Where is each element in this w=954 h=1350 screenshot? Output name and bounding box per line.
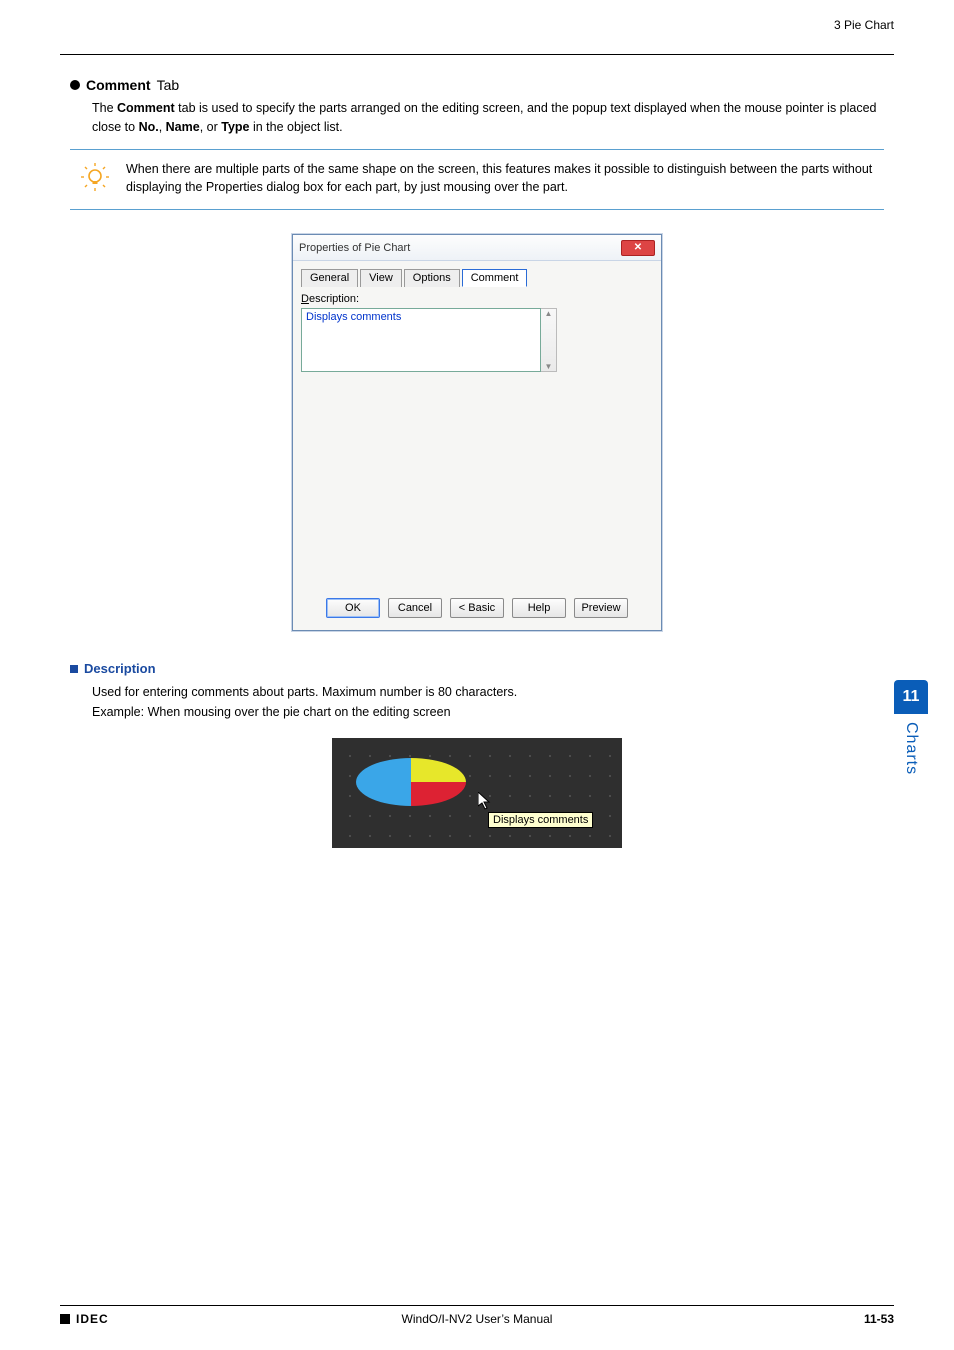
preview-button[interactable]: Preview bbox=[574, 598, 628, 618]
description-line2: Example: When mousing over the pie chart… bbox=[92, 702, 884, 722]
description-heading: Description bbox=[70, 661, 884, 676]
intro-s1: , bbox=[159, 120, 166, 134]
tip-text: When there are multiple parts of the sam… bbox=[126, 160, 876, 198]
dialog-title: Properties of Pie Chart bbox=[299, 242, 410, 254]
scroll-down-icon[interactable]: ▼ bbox=[545, 362, 553, 371]
intro-b1: Comment bbox=[117, 101, 175, 115]
cancel-button[interactable]: Cancel bbox=[388, 598, 442, 618]
dialog-titlebar[interactable]: Properties of Pie Chart ✕ bbox=[293, 235, 661, 261]
intro-s2: , or bbox=[200, 120, 222, 134]
intro-b3: Name bbox=[166, 120, 200, 134]
help-button[interactable]: Help bbox=[512, 598, 566, 618]
pie-slice-red bbox=[411, 782, 466, 806]
tab-view[interactable]: View bbox=[360, 269, 402, 287]
footer-manual-title: WindO/I-NV2 User’s Manual bbox=[60, 1312, 894, 1326]
textarea-scrollbar[interactable]: ▲ ▼ bbox=[541, 308, 557, 372]
properties-dialog: Properties of Pie Chart ✕ General View O… bbox=[292, 234, 662, 631]
section-title-strong: Comment bbox=[86, 77, 151, 93]
header-rule bbox=[60, 54, 894, 55]
content-area: Comment Tab The Comment tab is used to s… bbox=[60, 77, 894, 848]
intro-paragraph: The Comment tab is used to specify the p… bbox=[92, 99, 884, 137]
tab-comment[interactable]: Comment bbox=[462, 269, 528, 287]
scroll-up-icon[interactable]: ▲ bbox=[545, 309, 553, 318]
intro-b2: No. bbox=[139, 120, 159, 134]
tip-box: When there are multiple parts of the sam… bbox=[70, 149, 884, 211]
dialog-button-row: OK Cancel < Basic Help Preview bbox=[301, 592, 653, 620]
bullet-icon bbox=[70, 80, 80, 90]
square-bullet-icon bbox=[70, 665, 78, 673]
hover-tooltip: Displays comments bbox=[488, 812, 593, 828]
chapter-side-tab: 11 Charts bbox=[894, 680, 928, 800]
lightbulb-icon bbox=[78, 160, 112, 194]
tabstrip: General View Options Comment bbox=[301, 269, 653, 287]
dialog-spacer bbox=[301, 372, 653, 592]
page: 3 Pie Chart Comment Tab The Comment tab … bbox=[0, 0, 954, 1350]
description-accel: D bbox=[301, 293, 309, 305]
description-label: Description: bbox=[301, 293, 653, 305]
page-footer: IDEC WindO/I-NV2 User’s Manual 11-53 bbox=[60, 1305, 894, 1326]
chapter-number-badge: 11 bbox=[894, 680, 928, 714]
intro-b4: Type bbox=[221, 120, 249, 134]
dialog-body: General View Options Comment Description… bbox=[293, 261, 661, 630]
pie-chart-sample bbox=[356, 758, 466, 806]
tab-options[interactable]: Options bbox=[404, 269, 460, 287]
example-canvas: Displays comments bbox=[332, 738, 622, 848]
pie-slice-blue bbox=[356, 758, 411, 806]
pie-slice-yellow bbox=[411, 758, 466, 782]
ok-button[interactable]: OK bbox=[326, 598, 380, 618]
close-button[interactable]: ✕ bbox=[621, 240, 655, 256]
dialog-wrap: Properties of Pie Chart ✕ General View O… bbox=[70, 234, 884, 631]
header-breadcrumb: 3 Pie Chart bbox=[834, 18, 894, 32]
intro-pre: The bbox=[92, 101, 117, 115]
description-heading-text: Description bbox=[84, 661, 156, 676]
description-textarea[interactable]: Displays comments bbox=[301, 308, 541, 372]
textarea-wrap: Displays comments ▲ ▼ bbox=[301, 308, 653, 372]
basic-button[interactable]: < Basic bbox=[450, 598, 504, 618]
chapter-label: Charts bbox=[902, 722, 920, 775]
description-label-rest: escription: bbox=[309, 293, 359, 305]
example-wrap: Displays comments bbox=[70, 738, 884, 848]
intro-end: in the object list. bbox=[250, 120, 343, 134]
section-title-rest: Tab bbox=[157, 77, 180, 93]
section-heading: Comment Tab bbox=[70, 77, 884, 93]
description-line1: Used for entering comments about parts. … bbox=[92, 682, 884, 702]
tab-general[interactable]: General bbox=[301, 269, 358, 287]
